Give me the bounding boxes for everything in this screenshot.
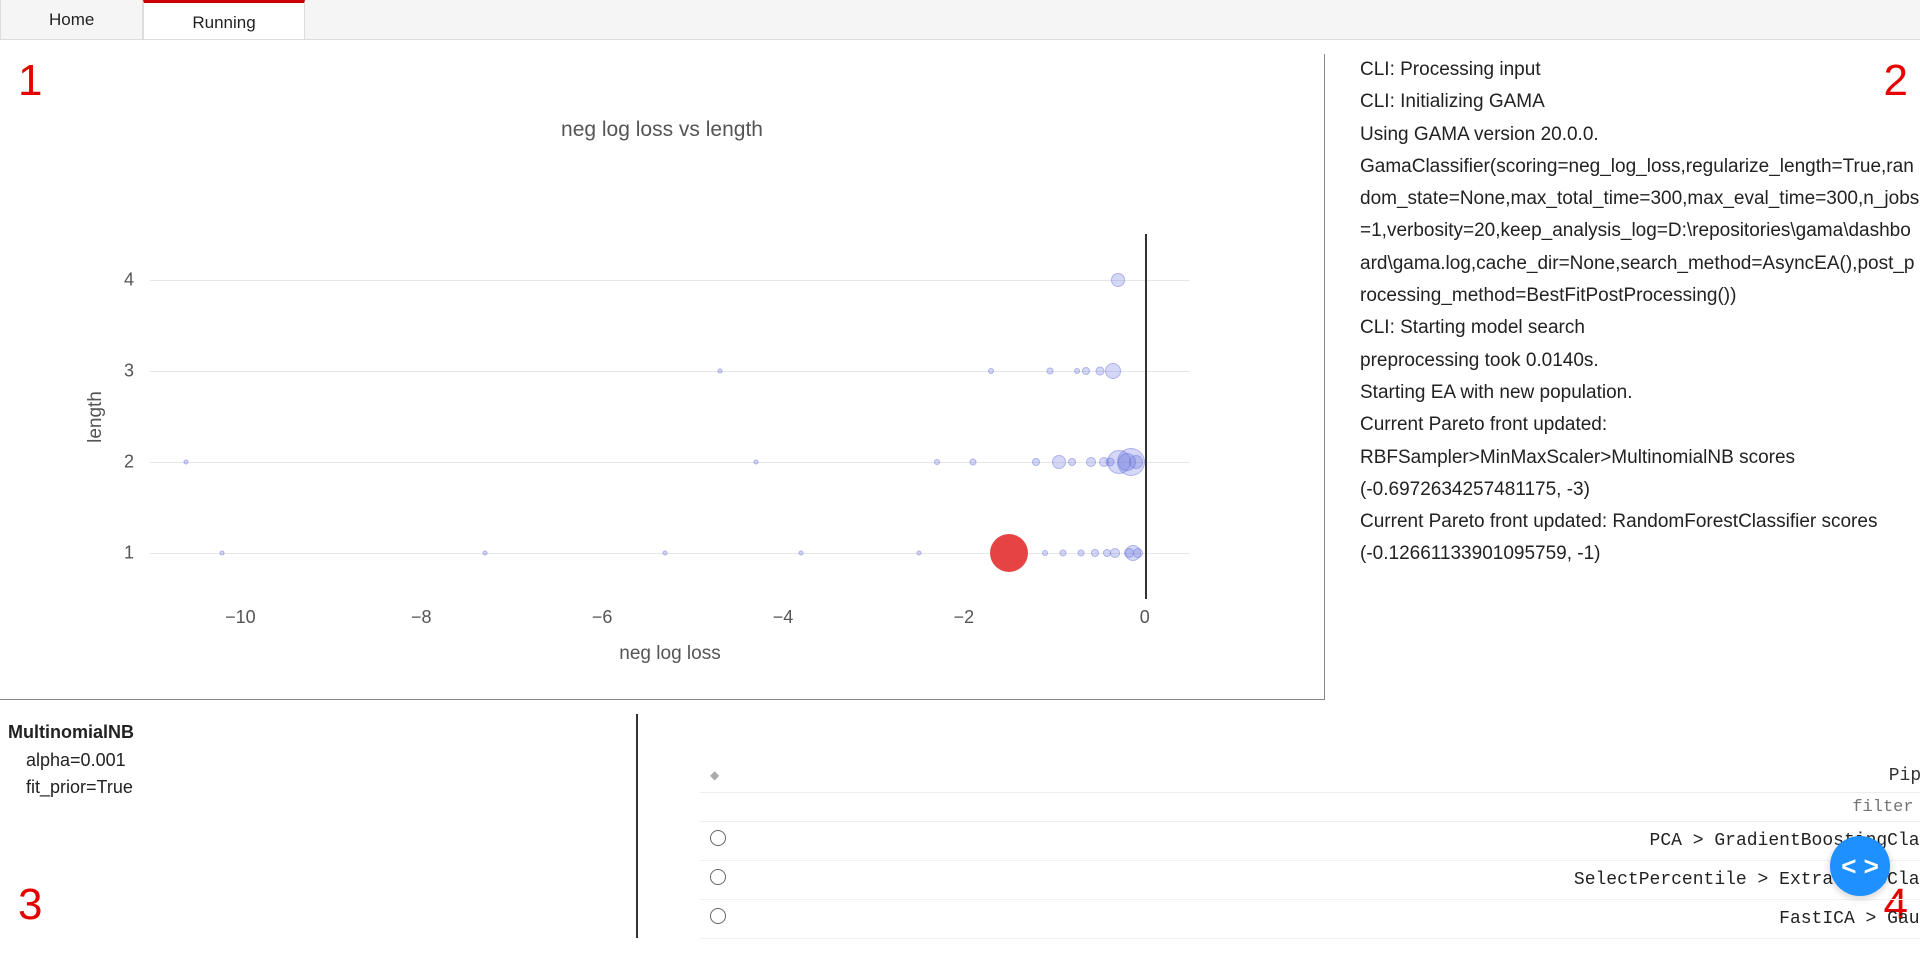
x-axis-label: neg log loss [619, 643, 720, 665]
data-point[interactable] [969, 459, 976, 466]
pipeline-cell: SelectPercentile > ExtraTreesClassifier [740, 861, 1920, 900]
gridline [150, 553, 1190, 554]
y-tick-label: 4 [124, 269, 134, 290]
data-point[interactable] [1082, 367, 1090, 375]
results-table-panel: ◆ Pipeline ◆ Score PCA > GradientBoostin… [700, 760, 1920, 978]
data-point[interactable] [934, 459, 940, 465]
log-line: CLI: Starting model search [1360, 312, 1920, 344]
filter-input[interactable] [750, 798, 1920, 817]
model-param: fit_prior=True [8, 774, 628, 801]
data-point[interactable] [717, 368, 722, 373]
x-tick-label: −10 [225, 607, 256, 628]
y-axis-label: length [85, 391, 107, 443]
log-line: Current Pareto front updated: RBFSampler… [1360, 409, 1920, 506]
chart-title: neg log loss vs length [0, 118, 1324, 142]
row-radio[interactable] [710, 869, 726, 885]
model-param: alpha=0.001 [8, 747, 628, 774]
tab-bar: Home Running [0, 0, 1920, 40]
x-tick-label: −4 [773, 607, 794, 628]
data-point[interactable] [1032, 458, 1040, 466]
gridline [150, 280, 1190, 281]
model-detail-panel: MultinomialNB alpha=0.001 fit_prior=True [0, 714, 638, 938]
pipeline-cell: FastICA > GaussianNB [740, 900, 1920, 939]
data-point[interactable] [663, 551, 668, 556]
data-point[interactable] [1110, 548, 1120, 558]
table-row[interactable]: FastICA > GaussianNB-1.418133824949482 [700, 900, 1920, 939]
sort-icon: ◆ [710, 769, 719, 783]
log-line: Using GAMA version 20.0.0. [1360, 119, 1920, 151]
data-point[interactable] [1046, 367, 1053, 374]
plot-area[interactable]: length neg log loss 1234−10−8−6−4−20 [150, 234, 1190, 599]
data-point[interactable] [1068, 458, 1076, 466]
zero-line [1145, 234, 1147, 599]
chart-panel: neg log loss vs length length neg log lo… [0, 54, 1325, 700]
selected-point[interactable] [990, 534, 1028, 572]
table-row[interactable]: PCA > GradientBoostingClassifier-0.35422… [700, 822, 1920, 861]
data-point[interactable] [1060, 550, 1067, 557]
log-line: Current Pareto front updated: RandomFore… [1360, 506, 1920, 571]
pipeline-header[interactable]: Pipeline ◆ [740, 760, 1920, 793]
data-point[interactable] [753, 460, 758, 465]
results-table: ◆ Pipeline ◆ Score PCA > GradientBoostin… [700, 760, 1920, 939]
data-point[interactable] [1086, 457, 1096, 467]
tab-running[interactable]: Running [143, 0, 304, 39]
data-point[interactable] [220, 551, 225, 556]
tab-home[interactable]: Home [0, 0, 143, 39]
pipeline-cell: PCA > GradientBoostingClassifier [740, 822, 1920, 861]
x-tick-label: 0 [1140, 607, 1150, 628]
code-toggle-button[interactable]: < > [1830, 836, 1890, 896]
row-radio[interactable] [710, 908, 726, 924]
sort-radio-header[interactable]: ◆ [700, 760, 740, 793]
data-point[interactable] [1133, 548, 1143, 558]
data-point[interactable] [1078, 550, 1085, 557]
y-tick-label: 3 [124, 360, 134, 381]
x-tick-label: −2 [954, 607, 975, 628]
data-point[interactable] [1074, 368, 1080, 374]
data-point[interactable] [916, 551, 921, 556]
data-point[interactable] [1052, 455, 1066, 469]
code-icon: < > [1841, 851, 1879, 882]
x-tick-label: −6 [592, 607, 613, 628]
log-line: preprocessing took 0.0140s. [1360, 345, 1920, 377]
log-line: CLI: Processing input [1360, 54, 1920, 86]
log-panel: CLI: Processing inputCLI: Initializing G… [1360, 54, 1920, 694]
log-line: GamaClassifier(scoring=neg_log_loss,regu… [1360, 151, 1920, 312]
data-point[interactable] [799, 551, 804, 556]
scatter-chart[interactable]: neg log loss vs length length neg log lo… [0, 54, 1324, 699]
x-tick-label: −8 [411, 607, 432, 628]
data-point[interactable] [1095, 366, 1104, 375]
log-line: CLI: Initializing GAMA [1360, 86, 1920, 118]
data-point[interactable] [482, 551, 487, 556]
gridline [150, 371, 1190, 372]
data-point[interactable] [1091, 549, 1099, 557]
model-name: MultinomialNB [8, 722, 628, 743]
row-radio[interactable] [710, 830, 726, 846]
y-tick-label: 2 [124, 452, 134, 473]
data-point[interactable] [1111, 273, 1125, 287]
data-point[interactable] [1105, 363, 1121, 379]
data-point[interactable] [1129, 455, 1143, 469]
table-row[interactable]: SelectPercentile > ExtraTreesClassifier-… [700, 861, 1920, 900]
y-tick-label: 1 [124, 543, 134, 564]
log-line: Starting EA with new population. [1360, 377, 1920, 409]
data-point[interactable] [1042, 550, 1048, 556]
data-point[interactable] [184, 460, 189, 465]
data-point[interactable] [988, 368, 994, 374]
